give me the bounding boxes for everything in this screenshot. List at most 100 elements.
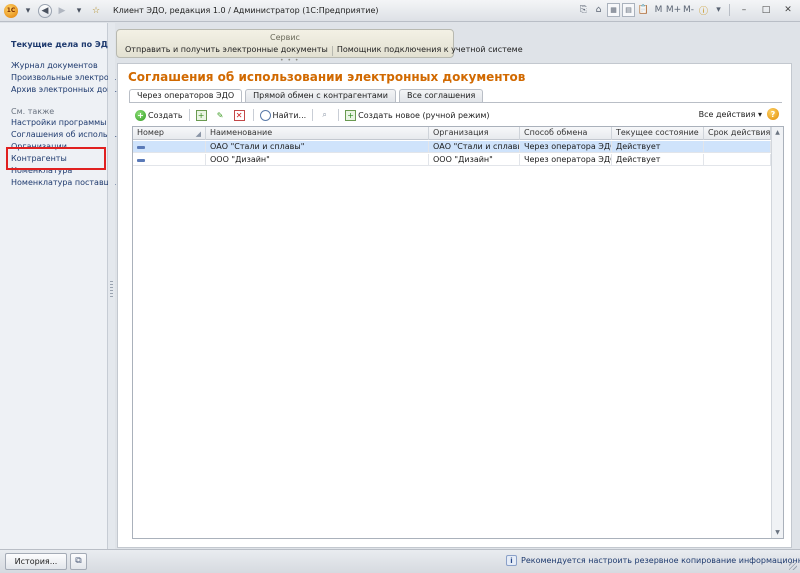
m-plus-button[interactable]: M+ [666, 3, 681, 17]
windows-icon[interactable]: ⧉ [70, 553, 87, 570]
create-button[interactable]: + Создать [132, 107, 186, 123]
separator [188, 109, 190, 121]
create-label: Создать [148, 110, 183, 120]
all-actions-label: Все действия [698, 110, 756, 119]
nav-link-arbitrary-documents[interactable]: Произвольные электро... [11, 73, 116, 82]
cell-validity [704, 141, 771, 153]
history-button[interactable]: История... [5, 553, 67, 570]
m-minus-button[interactable]: M- [682, 3, 695, 17]
window-title: Клиент ЭДО, редакция 1.0 / Администратор… [113, 6, 379, 15]
dropdown-arrow-icon[interactable]: ▾ [21, 4, 35, 18]
agreement-icon [137, 159, 145, 162]
nav-link-supplier-nomenclature[interactable]: Номенклатура поставщ... [11, 178, 119, 187]
info-icon: i [506, 555, 517, 566]
table-row[interactable]: ООО "Дизайн" ООО "Дизайн" Через оператор… [133, 154, 771, 166]
column-header-organization[interactable]: Организация [429, 127, 520, 140]
app-logo-icon[interactable]: 1С [4, 3, 18, 18]
tab-bar: Через операторов ЭДО Прямой обмен с конт… [129, 89, 486, 103]
find-button[interactable]: Найти... [257, 107, 310, 123]
nav-link-documents-archive[interactable]: Архив электронных док... [11, 85, 120, 94]
nav-title: Текущие дела по ЭДО [11, 40, 115, 49]
splitter-grip[interactable] [110, 281, 113, 299]
minimize-icon[interactable]: – [734, 3, 754, 17]
search-icon [259, 109, 271, 121]
info-icon[interactable]: ⓘ [697, 3, 710, 17]
service-panel: Сервис Отправить и получить электронные … [116, 29, 523, 58]
column-header-name[interactable]: Наименование [206, 127, 429, 140]
send-receive-command[interactable]: Отправить и получить электронные докумен… [121, 45, 332, 56]
column-label: Номер [137, 128, 164, 137]
nav-link-settings[interactable]: Настройки программы [11, 118, 107, 127]
favorites-star-icon[interactable]: ☆ [89, 4, 103, 18]
navigation-panel: Текущие дела по ЭДО Журнал документов Пр… [0, 23, 120, 549]
scroll-down-icon[interactable]: ▼ [772, 527, 783, 538]
agreements-form: Соглашения об использовании электронных … [117, 63, 792, 548]
link-icon[interactable]: ⎘ [577, 3, 590, 17]
table-row[interactable]: ОАО "Стали и сплавы" ОАО "Стали и сплавы… [133, 141, 771, 153]
find-label: Найти... [272, 110, 307, 120]
nav-link-document-journal[interactable]: Журнал документов [11, 61, 98, 70]
create-new-label: Создать новое (ручной режим) [358, 110, 490, 120]
status-bar: История... ⧉ i Рекомендуется настроить р… [0, 549, 800, 573]
tab-direct-exchange[interactable]: Прямой обмен с контрагентами [245, 89, 396, 102]
delete-button[interactable]: ✕ [231, 107, 250, 123]
column-header-exchange-method[interactable]: Способ обмена [520, 127, 612, 140]
scroll-up-icon[interactable]: ▲ [772, 127, 783, 138]
document-add-icon: + [345, 109, 357, 121]
m-button[interactable]: M [652, 3, 665, 17]
connection-wizard-command[interactable]: Помощник подключения к учетной системе [333, 45, 527, 56]
info-dropdown-icon[interactable]: ▾ [712, 3, 725, 17]
maximize-icon[interactable]: □ [756, 3, 776, 17]
close-icon[interactable]: ✕ [778, 3, 798, 17]
cell-current-state: Действует [612, 154, 704, 166]
cancel-search-icon: ⌕ [322, 110, 327, 119]
agreement-icon [137, 146, 145, 149]
create-new-manual-button[interactable]: + Создать новое (ручной режим) [342, 107, 492, 123]
highlight-box [6, 147, 106, 170]
form-toolbar: + Создать + ✎ ✕ Найти... ⌕ + Создать нов… [132, 106, 782, 124]
home-icon[interactable]: ⌂ [592, 3, 605, 17]
vertical-scrollbar[interactable]: ▲ ▼ [771, 127, 783, 538]
edit-button[interactable]: ✎ [212, 107, 231, 123]
status-message[interactable]: i Рекомендуется настроить резервное копи… [506, 555, 800, 566]
cell-name: ООО "Дизайн" [206, 154, 429, 166]
cell-organization: ООО "Дизайн" [429, 154, 520, 166]
title-bar: 1С ▾ ◀ ▶ ▾ ☆ Клиент ЭДО, редакция 1.0 / … [0, 0, 800, 22]
tab-all-agreements[interactable]: Все соглашения [398, 89, 484, 102]
sort-ascending-icon: ◢ [195, 130, 201, 138]
table-header: Номер ◢ Наименование Организация Способ … [133, 127, 771, 140]
back-icon[interactable]: ◀ [38, 3, 52, 18]
column-header-current-state[interactable]: Текущее состояние [612, 127, 704, 140]
status-message-text: Рекомендуется настроить резервное копиро… [521, 556, 800, 565]
plus-icon: + [135, 109, 146, 121]
forward-icon[interactable]: ▶ [55, 4, 69, 18]
delete-icon: ✕ [233, 109, 245, 121]
agreements-table[interactable]: Номер ◢ Наименование Организация Способ … [132, 126, 784, 539]
pencil-icon: ✎ [216, 110, 224, 120]
clipboard-icon[interactable]: 📋 [637, 3, 650, 17]
calculator-icon[interactable]: ▦ [607, 3, 620, 17]
cell-name: ОАО "Стали и сплавы" [206, 141, 429, 153]
help-button[interactable]: ? [767, 108, 779, 120]
nav-link-agreements[interactable]: Соглашения об использ... [11, 130, 120, 139]
cancel-search-button[interactable]: ⌕ [316, 107, 335, 123]
cell-number [133, 141, 206, 153]
cell-organization: ОАО "Стали и сплавы" [429, 141, 520, 153]
calendar-icon[interactable]: ▤ [622, 3, 635, 17]
copy-icon: + [195, 109, 207, 121]
separator [338, 109, 340, 121]
copy-button[interactable]: + [193, 107, 212, 123]
resize-grip[interactable] [789, 562, 797, 570]
separator [252, 109, 254, 121]
cell-current-state: Действует [612, 141, 704, 153]
history-dropdown-icon[interactable]: ▾ [72, 4, 86, 18]
all-actions-menu[interactable]: Все действия ▾ [699, 110, 762, 119]
column-header-validity[interactable]: Срок действия [704, 127, 771, 140]
cell-exchange-method: Через оператора ЭДО ... [520, 141, 612, 153]
column-header-number[interactable]: Номер ◢ [133, 127, 206, 140]
cell-validity [704, 154, 771, 166]
separator [729, 4, 730, 16]
separator [312, 109, 314, 121]
form-title: Соглашения об использовании электронных … [128, 70, 526, 84]
tab-via-operators[interactable]: Через операторов ЭДО [129, 89, 243, 103]
